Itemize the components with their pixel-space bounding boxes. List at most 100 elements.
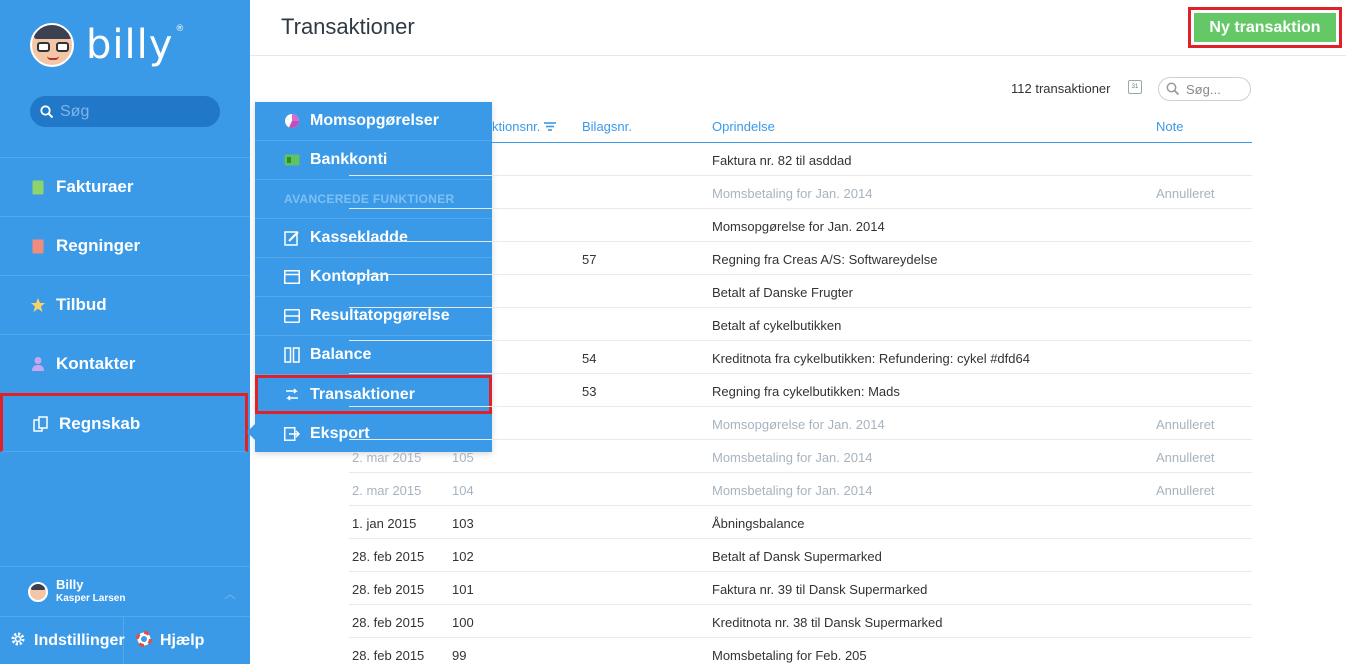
nav-label: Tilbud [56, 295, 107, 314]
cell-origin: Faktura nr. 39 til Dansk Supermarked [712, 582, 928, 597]
invoice-icon [30, 179, 46, 195]
table-row[interactable]: Faktura nr. 82 til asddad [349, 143, 1252, 176]
new-transaction-highlight: Ny transaktion [1188, 7, 1342, 48]
list-search-input[interactable] [1186, 81, 1244, 97]
cell-date: 28. feb 2015 [352, 615, 425, 630]
cell-origin: Momsbetaling for Jan. 2014 [712, 483, 873, 498]
lifebuoy-icon [136, 630, 152, 652]
new-transaction-button[interactable]: Ny transaktion [1194, 13, 1336, 42]
nav-item-fakturaer[interactable]: Fakturaer [0, 157, 250, 216]
table-header: Transaktionsnr. Bilagsnr. Oprindelse Not… [349, 109, 1252, 143]
logo-text: billy ® [86, 22, 186, 68]
search-icon [40, 104, 54, 118]
sort-icon [544, 122, 557, 131]
help-label: Hjælp [160, 632, 205, 649]
cell-origin: Regning fra cykelbutikken: Mads [712, 384, 900, 399]
cell-date: 2. mar 2015 [352, 450, 422, 465]
cell-transaction-no: 100 [452, 615, 474, 630]
ledger-icon [33, 415, 49, 432]
table-row[interactable]: 28. feb 2015 101 Faktura nr. 39 til Dansk … [349, 572, 1252, 605]
table-body: Faktura nr. 82 til asddad Momsbetaling fo… [349, 143, 1252, 664]
table-row[interactable]: Momsbetaling for Jan. 2014 Annulleret [349, 176, 1252, 209]
table-row[interactable]: 2. mar 2015 105 Momsbetaling for Jan. 2014… [349, 440, 1252, 473]
column-header-origin[interactable]: Oprindelse [712, 119, 775, 134]
table-row[interactable]: 53 Regning fra cykelbutikken: Mads [349, 374, 1252, 407]
cell-origin: Betalt af Dansk Supermarked [712, 549, 882, 564]
cell-origin: Kreditnota fra cykelbutikken: Refunderin… [712, 351, 1030, 366]
nav-item-kontakter[interactable]: Kontakter [0, 334, 250, 393]
column-header-bilag-no[interactable]: Bilagsnr. [582, 119, 632, 134]
cell-origin: Momsopgørelse for Jan. 2014 [712, 219, 885, 234]
table-row[interactable]: 28. feb 2015 100 Kreditnota nr. 38 til Dan… [349, 605, 1252, 638]
cell-date: 28. feb 2015 [352, 582, 425, 597]
user-profile[interactable]: Billy Kasper Larsen ︿ [0, 566, 250, 616]
table-row[interactable]: 28. feb 2015 102 Betalt af Dansk Supermark… [349, 539, 1252, 572]
user-company: Kasper Larsen [56, 592, 126, 604]
transaction-count: 112 transaktioner [1011, 81, 1111, 96]
cell-date: 1. jan 2015 [352, 516, 417, 531]
settings-button[interactable]: Indstillinger [0, 617, 125, 664]
cell-origin: Momsopgørelse for Jan. 2014 [712, 417, 885, 432]
cell-note: Annulleret [1156, 450, 1215, 465]
table-row[interactable]: 57 Regning fra Creas A/S: Softwareydelse [349, 242, 1252, 275]
cell-transaction-no: 101 [452, 582, 474, 597]
star-icon [30, 297, 46, 313]
table-row[interactable]: 28. feb 2015 99 Momsbetaling for Feb. 205 [349, 638, 1252, 664]
cell-date: 2. mar 2015 [352, 483, 422, 498]
transactions-table: Transaktionsnr. Bilagsnr. Oprindelse Not… [349, 109, 1252, 664]
gear-icon [10, 631, 26, 652]
cell-origin: Regning fra Creas A/S: Softwareydelse [712, 252, 938, 267]
cell-bilag-no: 57 [582, 252, 597, 267]
nav-item-regnskab[interactable]: Regnskab [0, 393, 248, 452]
table-row[interactable]: 2. mar 2015 104 Momsbetaling for Jan. 2014… [349, 473, 1252, 506]
nav-item-tilbud[interactable]: Tilbud [0, 275, 250, 334]
table-row[interactable]: Betalt af Danske Frugter [349, 275, 1252, 308]
person-icon [30, 356, 46, 372]
cell-date: 28. feb 2015 [352, 648, 425, 663]
bill-icon [30, 238, 46, 254]
nav-item-regninger[interactable]: Regninger [0, 216, 250, 275]
cell-origin: Momsbetaling for Jan. 2014 [712, 450, 873, 465]
sidebar-search-input[interactable] [60, 102, 200, 121]
page-title: Transaktioner [281, 14, 415, 39]
settings-label: Indstillinger [34, 632, 125, 649]
nav-label: Regninger [56, 236, 141, 255]
chevron-up-icon[interactable]: ︿ [224, 585, 236, 602]
cell-origin: Åbningsbalance [712, 516, 805, 531]
table-row[interactable]: Momsopgørelse for Jan. 2014 [349, 209, 1252, 242]
avatar [28, 581, 48, 602]
pie-chart-icon [284, 113, 300, 129]
sidebar-search[interactable] [30, 96, 220, 127]
cell-bilag-no: 54 [582, 351, 597, 366]
billy-logo[interactable]: billy ® [30, 20, 185, 70]
nav-label: Regnskab [59, 413, 141, 433]
cell-transaction-no: 104 [452, 483, 474, 498]
table-row[interactable]: 54 Kreditnota fra cykelbutikken: Refunder… [349, 341, 1252, 374]
export-icon [284, 426, 300, 442]
notebook-icon [284, 230, 300, 246]
list-search[interactable] [1158, 77, 1251, 101]
cell-origin: Betalt af cykelbutikken [712, 318, 842, 333]
table-row[interactable]: 1. jan 2015 103 Åbningsbalance [349, 506, 1252, 539]
table-row[interactable]: Betalt af cykelbutikken [349, 308, 1252, 341]
cell-transaction-no: 99 [452, 648, 467, 663]
cell-note: Annulleret [1156, 417, 1215, 432]
table-row[interactable]: Momsopgørelse for Jan. 2014 Annulleret [349, 407, 1252, 440]
sidebar: billy® Fakturaer Regninger Tilbud Kontak… [0, 0, 250, 664]
transactions-icon [284, 387, 300, 403]
cell-note: Annulleret [1156, 186, 1215, 201]
column-header-note[interactable]: Note [1156, 119, 1183, 134]
search-icon [1166, 82, 1180, 96]
cell-origin: Momsbetaling for Feb. 205 [712, 648, 867, 663]
cell-transaction-no: 102 [452, 549, 474, 564]
cell-note: Annulleret [1156, 483, 1215, 498]
nav-label: Fakturaer [56, 177, 134, 196]
help-button[interactable]: Hjælp [124, 617, 204, 664]
cell-transaction-no: 103 [452, 516, 474, 531]
column-header-transaction-no[interactable]: Transaktionsnr. [452, 119, 557, 134]
cell-origin: Kreditnota nr. 38 til Dansk Supermarked [712, 615, 943, 630]
cell-bilag-no: 53 [582, 384, 597, 399]
main-nav: Fakturaer Regninger Tilbud Kontakter Reg… [0, 157, 250, 452]
calendar-icon[interactable]: 31 [1128, 80, 1142, 94]
billy-mascot-icon [30, 23, 74, 67]
